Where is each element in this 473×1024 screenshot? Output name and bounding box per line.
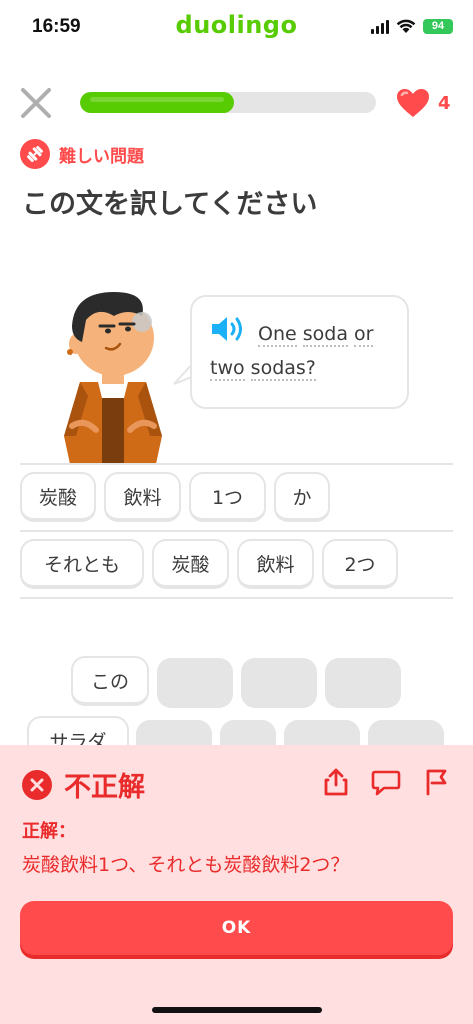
speech-bubble: One soda or two sodas? [190, 295, 409, 409]
character-illustration [64, 292, 162, 464]
speech-word[interactable]: two [210, 357, 245, 381]
hearts-counter[interactable]: 4 [396, 88, 451, 118]
signal-icon [371, 19, 389, 34]
progress-fill [80, 92, 234, 113]
battery-indicator: 94 [423, 19, 453, 34]
home-indicator [152, 1007, 322, 1013]
hard-challenge-tag: 難しい問題 [20, 139, 144, 169]
status-icons: 94 [371, 19, 453, 34]
speech-word[interactable]: or [354, 323, 374, 347]
word-tile[interactable]: 飲料 [104, 472, 181, 522]
share-button[interactable] [321, 767, 351, 797]
word-tile[interactable]: 炭酸 [152, 539, 229, 589]
flag-icon [426, 769, 447, 796]
speech-text: One soda or two sodas? [210, 317, 400, 385]
speech-line-2: two sodas? [210, 357, 316, 381]
empty-tile-slot [157, 658, 233, 708]
dumbbell-icon [20, 139, 50, 169]
word-tile[interactable]: 2つ [322, 539, 398, 589]
wifi-icon [396, 19, 416, 33]
feedback-title: 不正解 [64, 772, 145, 803]
close-button[interactable] [19, 86, 53, 120]
word-tile[interactable]: か [274, 472, 330, 522]
discussion-button[interactable] [371, 767, 401, 797]
word-tile[interactable]: 飲料 [237, 539, 314, 589]
answer-tile[interactable]: この [71, 656, 149, 706]
report-button[interactable] [421, 767, 451, 797]
hearts-count: 4 [438, 92, 451, 114]
speech-word[interactable]: sodas? [250, 357, 316, 381]
divider-line [20, 463, 453, 465]
correct-solution-label: 正解： [22, 821, 76, 842]
error-icon [22, 769, 52, 800]
heart-icon [397, 89, 429, 117]
share-icon [324, 768, 348, 796]
lesson-progress-bar [80, 92, 376, 113]
word-tile[interactable]: 1つ [189, 472, 266, 522]
close-icon [21, 88, 51, 118]
word-tile[interactable]: それとも [20, 539, 144, 589]
incorrect-feedback-panel: 不正解 正解： 炭酸飲料1つ、それとも炭酸飲料2つ？ OK [0, 745, 473, 1024]
correct-solution-text: 炭酸飲料1つ、それとも炭酸飲料2つ？ [22, 854, 350, 876]
empty-tile-slot [325, 658, 401, 708]
divider-line [20, 597, 453, 599]
comment-icon [371, 770, 401, 796]
status-bar: 16:59 duolingo 94 [0, 0, 473, 56]
feedback-actions [321, 767, 451, 797]
feedback-header: 不正解 [22, 765, 145, 804]
challenge-tag-label: 難しい問題 [59, 146, 144, 167]
word-tile[interactable]: 炭酸 [20, 472, 96, 522]
speech-word[interactable]: soda [302, 323, 348, 347]
divider-line [20, 530, 453, 532]
prompt-title: この文を訳してください [22, 189, 318, 220]
speech-word[interactable]: One [258, 323, 297, 347]
ok-button[interactable]: OK [20, 901, 453, 955]
speech-line-1: One soda or [210, 317, 400, 351]
empty-tile-slot [241, 658, 317, 708]
